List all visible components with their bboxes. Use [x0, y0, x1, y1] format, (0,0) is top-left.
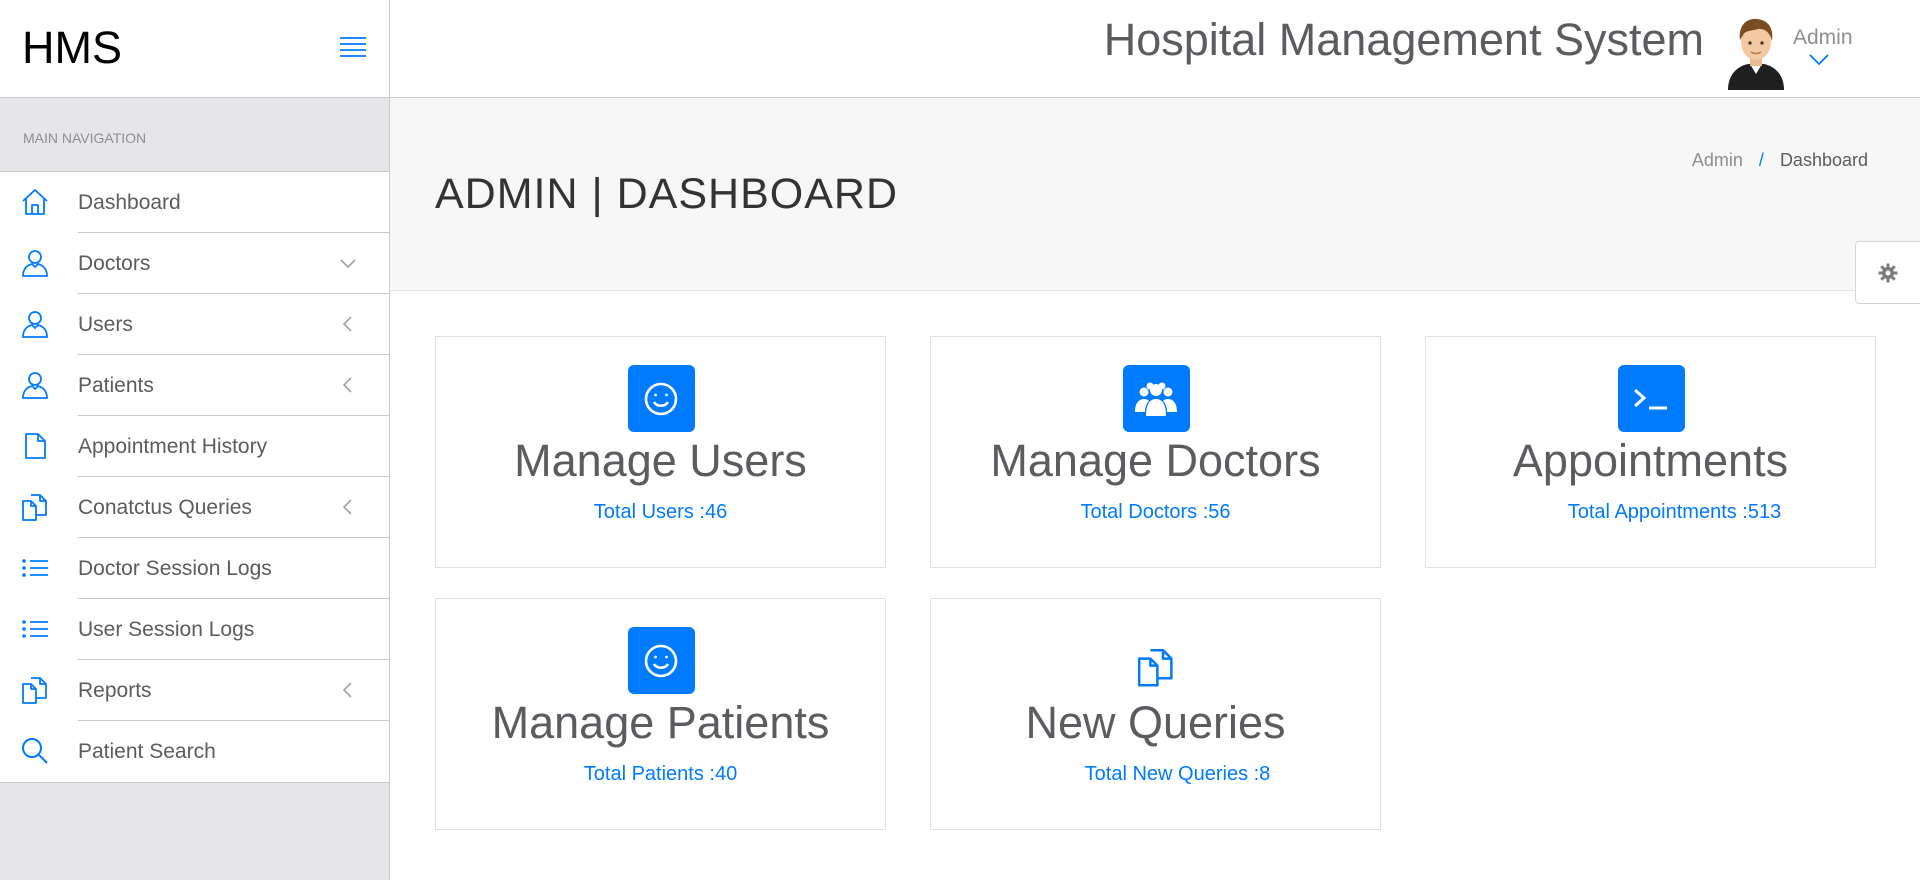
home-icon: [22, 189, 48, 215]
user-icon: [22, 311, 48, 338]
list-icon: [22, 620, 48, 638]
sidebar-item-label: Doctors: [78, 252, 151, 275]
total-new-queries-link[interactable]: Total New Queries :8: [931, 763, 1380, 786]
breadcrumb: Admin / Dashboard: [1692, 150, 1868, 171]
user-icon: [22, 250, 48, 277]
sidebar-item-patient-search[interactable]: Patient Search: [0, 721, 389, 782]
list-icon: [22, 559, 48, 577]
smile-icon[interactable]: [627, 365, 695, 432]
sidebar-item-patients[interactable]: Patients: [0, 355, 389, 416]
page-title: ADMIN | DASHBOARD: [435, 170, 898, 218]
sidebar-item-label: Reports: [78, 679, 152, 702]
chevron-left-icon[interactable]: [338, 314, 358, 334]
total-patients-link[interactable]: Total Patients :40: [436, 763, 885, 786]
card-title: Appointments: [1512, 435, 1789, 486]
sidebar-item-label: Dashboard: [78, 191, 181, 214]
search-icon: [22, 738, 48, 764]
sidebar-item-label: User Session Logs: [78, 618, 255, 641]
sidebar-item-reports[interactable]: Reports: [0, 660, 389, 721]
sidebar-item-doctor-session-logs[interactable]: Doctor Session Logs: [0, 538, 389, 599]
sidebar-item-label: Users: [78, 313, 133, 336]
avatar[interactable]: [1724, 14, 1788, 90]
brand-bar: HMS: [0, 0, 389, 98]
card-manage-doctors: Manage Doctors Total Doctors :56: [930, 336, 1381, 568]
sidebar-item-label: Doctor Session Logs: [78, 557, 272, 580]
top-header: Hospital Management System Admin: [390, 0, 1920, 98]
breadcrumb-current: Dashboard: [1779, 150, 1868, 170]
total-appointments-link[interactable]: Total Appointments :513: [1426, 501, 1875, 524]
terminal-icon[interactable]: [1617, 365, 1685, 432]
smile-icon[interactable]: [627, 627, 695, 694]
card-title: New Queries: [1025, 697, 1286, 748]
settings-toggle-button[interactable]: [1855, 241, 1920, 304]
sidebar-item-contactus-queries[interactable]: Conatctus Queries: [0, 477, 389, 538]
chevron-left-icon[interactable]: [338, 375, 358, 395]
total-users-link[interactable]: Total Users :46: [436, 501, 885, 524]
chevron-left-icon[interactable]: [338, 680, 358, 700]
sidebar-item-label: Appointment History: [78, 435, 268, 458]
gear-icon: [1878, 263, 1898, 283]
total-doctors-link[interactable]: Total Doctors :56: [931, 501, 1380, 524]
card-manage-users: Manage Users Total Users :46: [435, 336, 886, 568]
card-title: Manage Users: [514, 435, 807, 486]
card-new-queries: New Queries Total New Queries :8: [930, 598, 1381, 830]
page-header: ADMIN | DASHBOARD Admin / Dashboard: [390, 98, 1920, 291]
files-icon: [22, 677, 47, 704]
sidebar-item-appointment-history[interactable]: Appointment History: [0, 416, 389, 477]
sidebar: HMS MAIN NAVIGATION Dashboard Doctors Us…: [0, 0, 390, 880]
sidebar-item-label: Conatctus Queries: [78, 496, 252, 519]
nav-section-title: MAIN NAVIGATION: [0, 98, 389, 172]
sidebar-item-dashboard[interactable]: Dashboard: [0, 172, 389, 233]
breadcrumb-admin[interactable]: Admin: [1692, 150, 1743, 171]
sidebar-item-label: Patient Search: [78, 740, 216, 763]
card-manage-patients: Manage Patients Total Patients :40: [435, 598, 886, 830]
app-title: Hospital Management System: [1103, 14, 1704, 65]
chevron-down-icon[interactable]: [1808, 53, 1830, 67]
sidebar-item-users[interactable]: Users: [0, 294, 389, 355]
files-icon: [22, 494, 47, 521]
hamburger-menu-icon[interactable]: [338, 34, 368, 60]
sidebar-item-user-session-logs[interactable]: User Session Logs: [0, 599, 389, 660]
card-appointments: Appointments Total Appointments :513: [1425, 336, 1876, 568]
card-title: Manage Patients: [491, 697, 830, 748]
user-name[interactable]: Admin: [1793, 26, 1853, 50]
brand-logo[interactable]: HMS: [22, 22, 122, 74]
chevron-left-icon[interactable]: [338, 497, 358, 517]
breadcrumb-separator: /: [1758, 150, 1764, 170]
main-navigation: Dashboard Doctors Users Patients Appoint…: [0, 172, 389, 783]
sidebar-item-label: Patients: [78, 374, 154, 397]
card-title: Manage Doctors: [990, 435, 1321, 486]
users-group-icon[interactable]: [1122, 365, 1190, 432]
files-icon[interactable]: [1123, 633, 1190, 700]
file-icon: [25, 433, 46, 459]
user-icon: [22, 372, 48, 399]
sidebar-item-doctors[interactable]: Doctors: [0, 233, 389, 294]
chevron-down-icon[interactable]: [338, 253, 358, 273]
